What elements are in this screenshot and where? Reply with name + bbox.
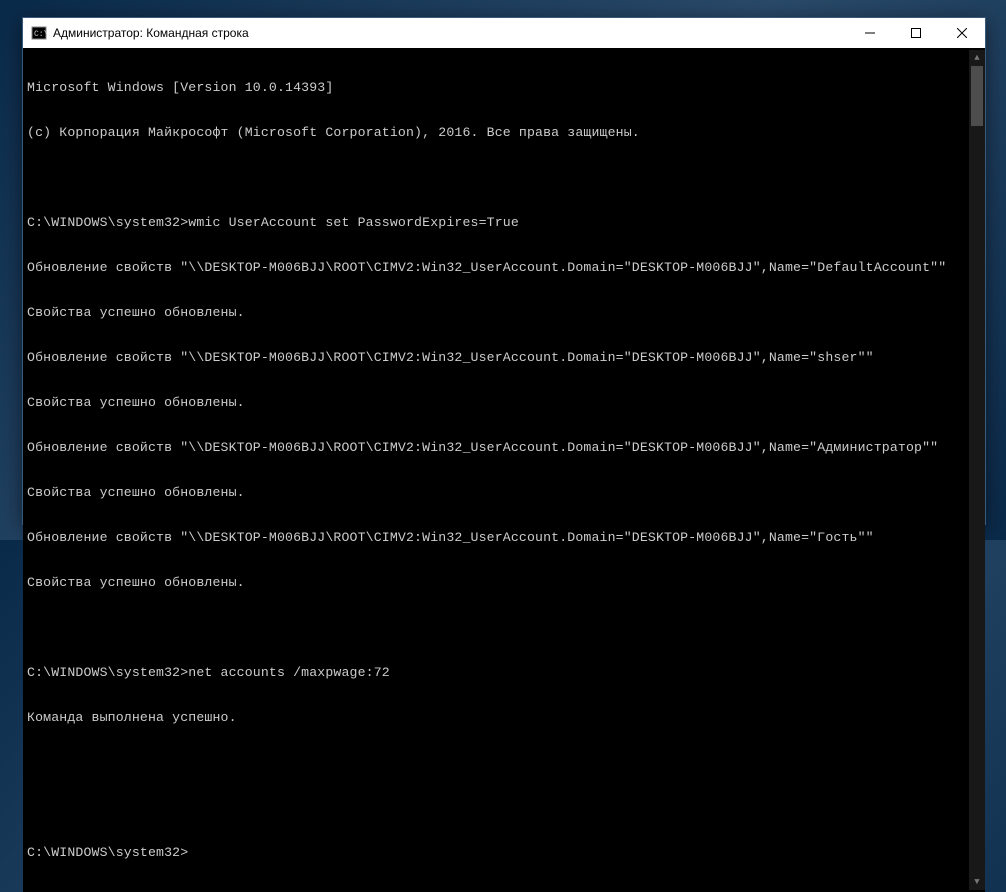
cmd-window: C:\ Администратор: Командная строка Micr… bbox=[22, 17, 986, 525]
console-line: Свойства успешно обновлены. bbox=[27, 395, 969, 410]
console-line: Свойства успешно обновлены. bbox=[27, 575, 969, 590]
console-area[interactable]: Microsoft Windows [Version 10.0.14393] (… bbox=[23, 48, 985, 892]
console-line bbox=[27, 755, 969, 770]
console-line bbox=[27, 800, 969, 815]
vertical-scrollbar[interactable]: ▲ ▼ bbox=[969, 50, 985, 890]
titlebar[interactable]: C:\ Администратор: Командная строка bbox=[23, 18, 985, 48]
console-line: Обновление свойств "\\DESKTOP-M006BJJ\RO… bbox=[27, 530, 969, 545]
console-line: Обновление свойств "\\DESKTOP-M006BJJ\RO… bbox=[27, 440, 969, 455]
console-line: Microsoft Windows [Version 10.0.14393] bbox=[27, 80, 969, 95]
console-line: (c) Корпорация Майкрософт (Microsoft Cor… bbox=[27, 125, 969, 140]
console-line: Свойства успешно обновлены. bbox=[27, 305, 969, 320]
console-line: C:\WINDOWS\system32> bbox=[27, 845, 969, 860]
console-line: Команда выполнена успешно. bbox=[27, 710, 969, 725]
scroll-up-arrow[interactable]: ▲ bbox=[969, 50, 985, 66]
window-title: Администратор: Командная строка bbox=[53, 26, 847, 40]
minimize-button[interactable] bbox=[847, 18, 893, 48]
console-line: C:\WINDOWS\system32>net accounts /maxpwa… bbox=[27, 665, 969, 680]
console-line: Свойства успешно обновлены. bbox=[27, 485, 969, 500]
scroll-down-arrow[interactable]: ▼ bbox=[969, 874, 985, 890]
console-line: Обновление свойств "\\DESKTOP-M006BJJ\RO… bbox=[27, 350, 969, 365]
console-line: Обновление свойств "\\DESKTOP-M006BJJ\RO… bbox=[27, 260, 969, 275]
window-controls bbox=[847, 18, 985, 48]
svg-text:C:\: C:\ bbox=[34, 30, 47, 39]
cmd-icon: C:\ bbox=[31, 25, 47, 41]
console-line bbox=[27, 620, 969, 635]
close-button[interactable] bbox=[939, 18, 985, 48]
maximize-button[interactable] bbox=[893, 18, 939, 48]
console-line: C:\WINDOWS\system32>wmic UserAccount set… bbox=[27, 215, 969, 230]
console-line bbox=[27, 170, 969, 185]
console-output: Microsoft Windows [Version 10.0.14393] (… bbox=[27, 50, 969, 890]
scrollbar-thumb[interactable] bbox=[971, 66, 983, 126]
